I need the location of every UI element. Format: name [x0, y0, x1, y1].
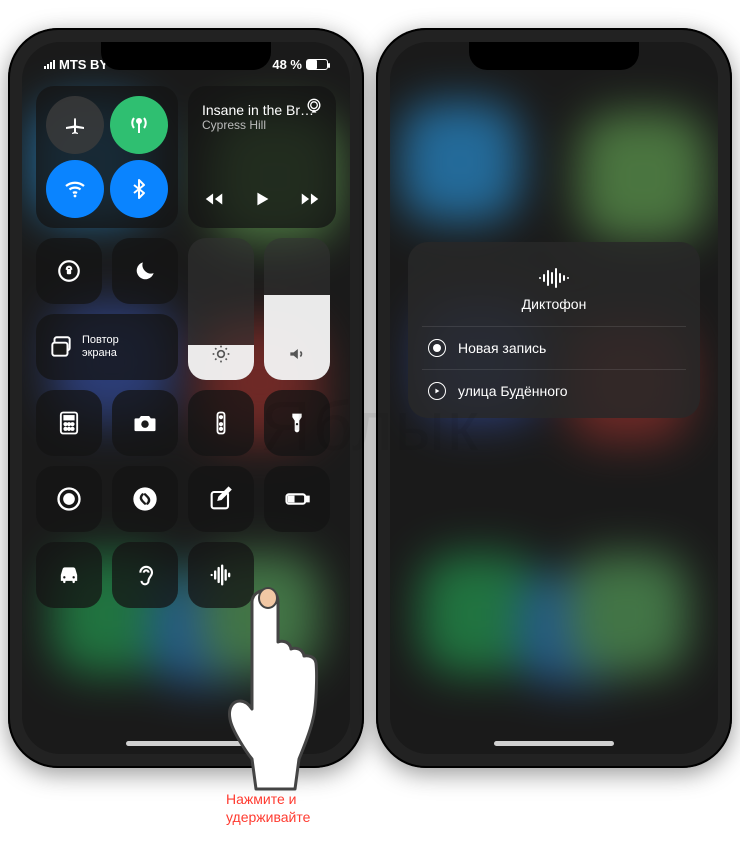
bluetooth-icon: [127, 177, 151, 201]
airplay-icon[interactable]: [304, 96, 324, 116]
screen: Диктофон Новая запись улица Будённого: [390, 42, 718, 754]
volume-slider[interactable]: [264, 238, 330, 380]
remote-icon: [207, 409, 235, 437]
popup-play-recording[interactable]: улица Будённого: [408, 370, 700, 412]
shazam-button[interactable]: [112, 466, 178, 532]
popup-item-label: Новая запись: [458, 340, 546, 356]
camera-icon: [131, 409, 159, 437]
media-artist: Cypress Hill: [202, 118, 322, 132]
airplane-icon: [63, 113, 87, 137]
car-icon: [55, 561, 83, 589]
play-circle-icon: [428, 382, 446, 400]
screen-mirroring-button[interactable]: Повтор экрана: [36, 314, 178, 380]
volume-icon: [287, 344, 307, 364]
apple-tv-remote-button[interactable]: [188, 390, 254, 456]
moon-icon: [132, 258, 158, 284]
ear-icon: [131, 561, 159, 589]
media-play-button[interactable]: [251, 188, 273, 210]
shazam-icon: [131, 485, 159, 513]
orientation-lock-toggle[interactable]: [36, 238, 102, 304]
wifi-icon: [63, 177, 87, 201]
record-dot-icon: [428, 339, 446, 357]
calculator-button[interactable]: [36, 390, 102, 456]
media-next-button[interactable]: [299, 188, 321, 210]
flashlight-button[interactable]: [264, 390, 330, 456]
media-prev-button[interactable]: [203, 188, 225, 210]
bluetooth-toggle[interactable]: [110, 160, 168, 218]
flashlight-icon: [283, 409, 311, 437]
instruction-caption: Нажмите и удерживайте: [226, 790, 310, 826]
notch: [469, 42, 639, 70]
popup-title: Диктофон: [522, 296, 587, 312]
home-indicator[interactable]: [494, 741, 614, 746]
media-module[interactable]: Insane in the Br… Cypress Hill: [188, 86, 336, 228]
airplane-mode-toggle[interactable]: [46, 96, 104, 154]
do-not-disturb-toggle[interactable]: [112, 238, 178, 304]
hearing-button[interactable]: [112, 542, 178, 608]
signal-bars-icon: [44, 59, 55, 69]
waveform-icon: [536, 266, 572, 290]
hand-pointer-illustration: [220, 580, 340, 800]
battery-icon: [283, 485, 311, 513]
carrier-label: MTS BY: [59, 57, 108, 72]
notes-button[interactable]: [188, 466, 254, 532]
low-power-button[interactable]: [264, 466, 330, 532]
brightness-slider[interactable]: [188, 238, 254, 380]
brightness-icon: [211, 344, 231, 364]
popup-item-label: улица Будённого: [458, 383, 568, 399]
calculator-icon: [55, 409, 83, 437]
compose-icon: [207, 485, 235, 513]
driving-mode-button[interactable]: [36, 542, 102, 608]
phone-frame-right: Диктофон Новая запись улица Будённого: [376, 28, 732, 768]
screen-record-button[interactable]: [36, 466, 102, 532]
wifi-toggle[interactable]: [46, 160, 104, 218]
screen-mirroring-icon: [48, 334, 74, 360]
cellular-data-toggle[interactable]: [110, 96, 168, 154]
camera-button[interactable]: [112, 390, 178, 456]
screen-mirroring-label: Повтор экрана: [82, 334, 119, 360]
notch: [101, 42, 271, 70]
popup-new-recording[interactable]: Новая запись: [408, 327, 700, 369]
voice-memos-popup: Диктофон Новая запись улица Будённого: [408, 242, 700, 418]
battery-icon: [306, 59, 328, 70]
connectivity-module[interactable]: [36, 86, 178, 228]
antenna-icon: [127, 113, 151, 137]
orientation-lock-icon: [56, 258, 82, 284]
battery-percent: 48 %: [272, 57, 302, 72]
record-icon: [55, 485, 83, 513]
